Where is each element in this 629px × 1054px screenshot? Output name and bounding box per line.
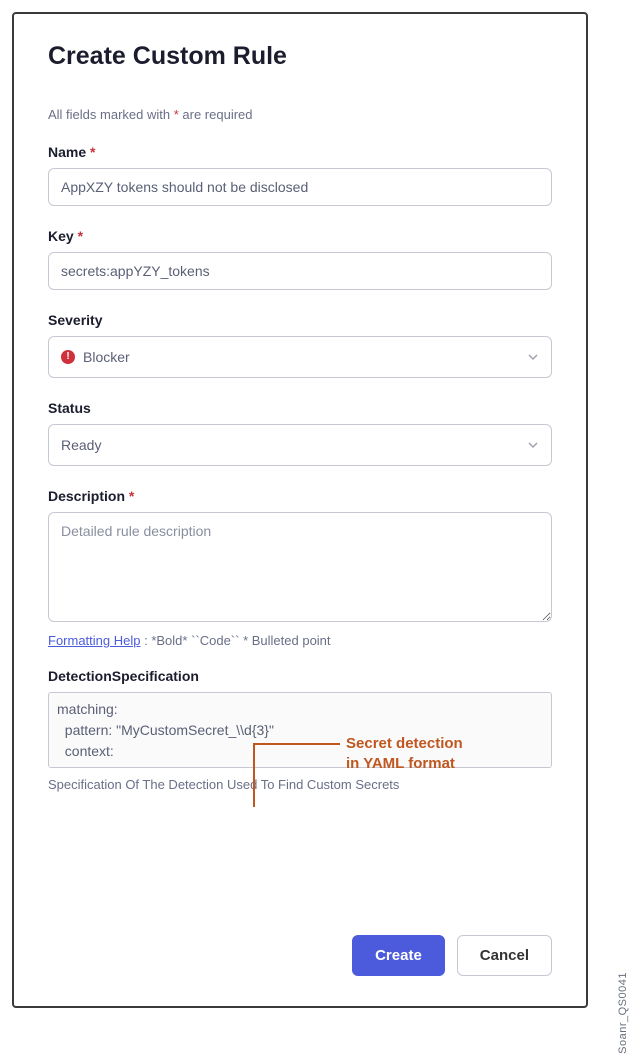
create-custom-rule-dialog: Create Custom Rule All fields marked wit…: [12, 12, 588, 1008]
chevron-down-icon: [527, 351, 539, 363]
required-note-suffix: are required: [179, 107, 253, 122]
detection-label: DetectionSpecification: [48, 668, 552, 684]
cancel-button[interactable]: Cancel: [457, 935, 552, 976]
name-field: Name *: [48, 144, 552, 206]
status-value: Ready: [61, 437, 101, 453]
detection-field: DetectionSpecification matching: pattern…: [48, 668, 552, 792]
status-select[interactable]: Ready: [48, 424, 552, 466]
dialog-buttons: Create Cancel: [352, 935, 552, 976]
severity-label: Severity: [48, 312, 552, 328]
status-field: Status Ready: [48, 400, 552, 466]
formatting-help-row: Formatting Help : *Bold* ``Code`` * Bull…: [48, 633, 552, 648]
chevron-down-icon: [527, 439, 539, 451]
description-field: Description * Formatting Help : *Bold* `…: [48, 488, 552, 648]
name-label: Name *: [48, 144, 552, 160]
name-input[interactable]: [48, 168, 552, 206]
required-note-prefix: All fields marked with: [48, 107, 174, 122]
create-button[interactable]: Create: [352, 935, 445, 976]
label-text: Description: [48, 488, 125, 504]
status-label: Status: [48, 400, 552, 416]
formatting-help-link[interactable]: Formatting Help: [48, 633, 140, 648]
description-label: Description *: [48, 488, 552, 504]
asterisk: *: [129, 488, 134, 504]
key-label: Key *: [48, 228, 552, 244]
required-fields-note: All fields marked with * are required: [48, 107, 552, 122]
formatting-help-text: : *Bold* ``Code`` * Bulleted point: [140, 633, 330, 648]
blocker-icon: [61, 350, 75, 364]
key-input[interactable]: [48, 252, 552, 290]
key-field: Key *: [48, 228, 552, 290]
dialog-title: Create Custom Rule: [48, 42, 552, 71]
severity-value: Blocker: [83, 349, 130, 365]
detection-textarea[interactable]: matching: pattern: "MyCustomSecret_\\d{3…: [48, 692, 552, 768]
detection-help-text: Specification Of The Detection Used To F…: [48, 777, 552, 792]
severity-select[interactable]: Blocker: [48, 336, 552, 378]
side-reference-label: Soanr_QS0041: [617, 972, 629, 1054]
asterisk: *: [90, 144, 95, 160]
label-text: Key: [48, 228, 74, 244]
asterisk: *: [78, 228, 83, 244]
description-textarea[interactable]: [48, 512, 552, 622]
label-text: Name: [48, 144, 86, 160]
severity-field: Severity Blocker: [48, 312, 552, 378]
